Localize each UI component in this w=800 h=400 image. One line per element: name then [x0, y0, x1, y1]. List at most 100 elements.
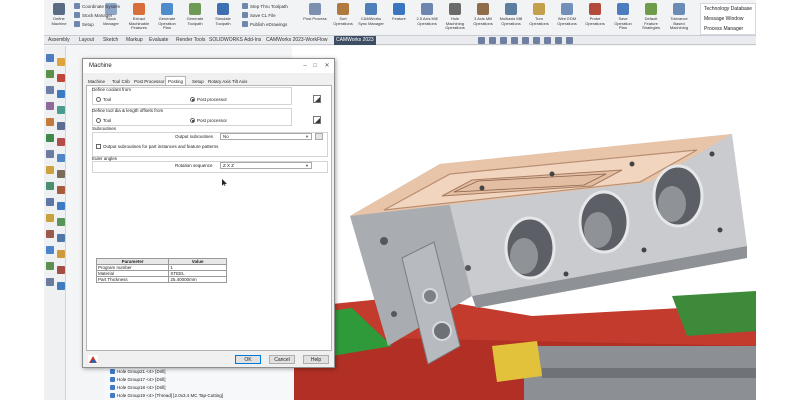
coolant-settings-icon[interactable] [313, 95, 321, 103]
tool-icon[interactable] [57, 58, 65, 66]
ok-button[interactable]: OK [235, 355, 261, 364]
coordinate-icon[interactable] [57, 90, 65, 98]
display-style-icon[interactable] [522, 37, 529, 44]
publish-command[interactable]: Publish eDrawings [242, 20, 287, 29]
help-icon[interactable] [57, 282, 65, 290]
stock-icon[interactable] [46, 102, 54, 110]
tab-assembly[interactable]: Assembly [46, 36, 72, 45]
turn-icon[interactable] [46, 150, 54, 158]
sync-button[interactable]: CAMWorks Sync Manager [358, 2, 384, 34]
coolant-tool-radio[interactable] [96, 97, 101, 102]
multiaxis-button[interactable]: Multiaxis Mill Operations [498, 2, 524, 34]
strategy-button[interactable]: Default Feature Strategies [638, 2, 664, 34]
folder-icon[interactable] [57, 250, 65, 258]
tab-evaluate[interactable]: Evaluate [147, 36, 170, 45]
setup-command[interactable]: Setup [74, 20, 94, 29]
probe-icon[interactable] [57, 154, 65, 162]
tree-item[interactable]: Hole Group17 <4> [Drill] [110, 376, 166, 383]
save-icon[interactable] [46, 246, 54, 254]
tab-sketch[interactable]: Sketch [101, 36, 120, 45]
mill-icon[interactable] [46, 134, 54, 142]
message-window-item[interactable]: Message Window [701, 14, 755, 24]
fixture-icon[interactable] [46, 118, 54, 126]
drill-icon[interactable] [57, 138, 65, 146]
toolpath-button[interactable]: Generate Toolpath [182, 2, 208, 34]
tolerance-button[interactable]: Tolerance Based Machining [666, 2, 692, 34]
edit-icon[interactable] [46, 278, 54, 286]
axis-icon[interactable] [46, 214, 54, 222]
offsets-tool-radio[interactable] [96, 118, 101, 123]
extract-button[interactable]: Extract Machinable Features [126, 2, 152, 34]
feature-button[interactable]: Feature [386, 2, 412, 34]
coordinate-command[interactable]: Coordinate System [74, 2, 120, 11]
pattern-icon[interactable] [46, 182, 54, 190]
setup-icon[interactable] [46, 86, 54, 94]
technology-database-item[interactable]: Technology Database [701, 4, 755, 14]
probe-button[interactable]: Probe Operations [582, 2, 608, 34]
stock-small-command[interactable]: Stock Manager [74, 11, 112, 20]
plan-button[interactable]: Generate Operation Plan [154, 2, 180, 34]
sort-button[interactable]: Sort Operations [330, 2, 356, 34]
wire-edm-button[interactable]: Wire EDM Operations [554, 2, 580, 34]
output-subroutines-checkbox[interactable] [96, 144, 101, 149]
feature-icon[interactable] [46, 70, 54, 78]
graphics-viewport[interactable] [292, 46, 756, 400]
save-cl-command[interactable]: Save CL File [242, 11, 276, 20]
maximize-icon[interactable]: □ [311, 62, 319, 70]
filter-icon[interactable] [57, 170, 65, 178]
cancel-button[interactable]: Cancel [269, 355, 295, 364]
view-icon[interactable] [57, 122, 65, 130]
hole-button[interactable]: Hole Machining Operations [442, 2, 468, 34]
help-button[interactable]: Help [303, 355, 329, 364]
monitor-icon[interactable] [566, 37, 573, 44]
output-subroutines-select[interactable]: No ▼ [220, 133, 312, 140]
search-icon[interactable] [489, 37, 496, 44]
offsets-settings-icon[interactable] [313, 116, 321, 124]
view-orientation-icon[interactable] [511, 37, 518, 44]
tab-posting[interactable]: Posting [165, 76, 187, 85]
mill-25-button[interactable]: 2.5 Axis Mill Operations [414, 2, 440, 34]
tab-camworks-2023-workflow[interactable]: CAMWorks 2023-WorkFlow [264, 36, 330, 45]
tree-item[interactable]: Hole Group18 <4> [Drill] [110, 384, 166, 391]
tab-render-tools[interactable]: Render Tools [174, 36, 207, 45]
contain-icon[interactable] [57, 186, 65, 194]
path-icon[interactable] [57, 218, 65, 226]
close-icon[interactable]: ✕ [323, 62, 331, 70]
tab-machine[interactable]: Machine [85, 76, 108, 85]
post-icon[interactable] [57, 234, 65, 242]
process-manager-item[interactable]: Process Manager [701, 24, 755, 34]
layer-icon[interactable] [57, 266, 65, 274]
machine-button[interactable]: Define Machine [46, 2, 72, 34]
offsets-post-radio[interactable] [190, 118, 195, 123]
tree-item[interactable]: Hole Group21 <4> [Drill] [110, 368, 166, 375]
simulate-button[interactable]: Simulate Toolpath [210, 2, 236, 34]
origin-icon[interactable] [57, 202, 65, 210]
tab-camworks-2023[interactable]: CAMWorks 2023 [334, 36, 376, 45]
subroutines-picker-button[interactable] [315, 133, 323, 140]
turn-button[interactable]: Turn Operations [526, 2, 552, 34]
scene-icon[interactable] [555, 37, 562, 44]
appearance-icon[interactable] [544, 37, 551, 44]
mill-3-button[interactable]: 3 Axis Mill Operations [470, 2, 496, 34]
part-icon[interactable] [46, 54, 54, 62]
tab-tool-crib[interactable]: Tool Crib [109, 76, 133, 85]
table-row[interactable]: Part Thickness 25.40000mm [95, 276, 227, 283]
tab-post-processor[interactable]: Post Processor [131, 76, 168, 85]
post-process-button[interactable]: Post Process [302, 2, 328, 34]
material-icon[interactable] [57, 106, 65, 114]
operation-icon[interactable] [57, 74, 65, 82]
rotation-sequence-select[interactable]: Z X Z ▼ [220, 162, 312, 169]
hide-show-icon[interactable] [533, 37, 540, 44]
zoom-icon[interactable] [478, 37, 485, 44]
simulate-icon[interactable] [46, 230, 54, 238]
save-plan-button[interactable]: Save Operation Plan [610, 2, 636, 34]
minimize-icon[interactable]: – [301, 62, 309, 70]
section-view-icon[interactable] [500, 37, 507, 44]
step-command[interactable]: Step Thru Toolpath [242, 2, 288, 11]
tree-icon[interactable] [46, 166, 54, 174]
tree-item[interactable]: Hole Group19 <4> [Thread] [2.0x3.4 MC Ta… [110, 392, 223, 399]
tab-markup[interactable]: Markup [124, 36, 145, 45]
options-icon[interactable] [46, 262, 54, 270]
tab-solidworks-add-ins[interactable]: SOLIDWORKS Add-Ins [207, 36, 263, 45]
tab-tilt-axis[interactable]: Tilt Axis [229, 76, 250, 85]
